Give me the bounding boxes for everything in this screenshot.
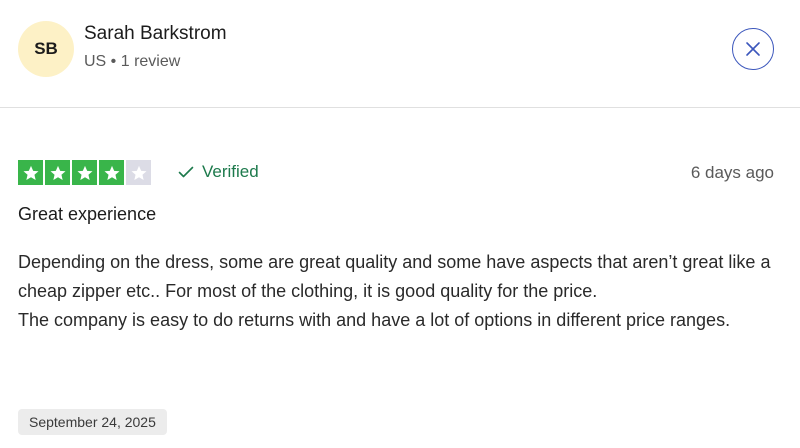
close-button[interactable] <box>732 28 774 70</box>
star-filled-icon <box>72 160 97 185</box>
verified-label: Verified <box>202 162 259 181</box>
review-body: Depending on the dress, some are great q… <box>18 248 778 335</box>
star-filled-icon <box>18 160 43 185</box>
review-paragraph: The company is easy to do returns with a… <box>18 310 731 330</box>
close-icon <box>746 42 760 56</box>
reviewer-meta: US • 1 review <box>84 53 181 70</box>
star-filled-icon <box>45 160 70 185</box>
posted-ago: 6 days ago <box>690 163 774 182</box>
review-title: Great experience <box>18 204 157 224</box>
star-empty-icon <box>126 160 151 185</box>
date-of-experience-badge: September 24, 2025 <box>18 409 167 435</box>
reviewer-header: SB Sarah Barkstrom US • 1 review <box>0 0 800 108</box>
star-rating <box>18 160 151 185</box>
reviewer-name[interactable]: Sarah Barkstrom <box>84 23 227 45</box>
checkmark-icon <box>178 166 194 178</box>
review-paragraph: Depending on the dress, some are great q… <box>18 252 771 301</box>
star-filled-icon <box>99 160 124 185</box>
verified-badge[interactable]: Verified <box>178 162 259 182</box>
avatar: SB <box>18 21 74 77</box>
